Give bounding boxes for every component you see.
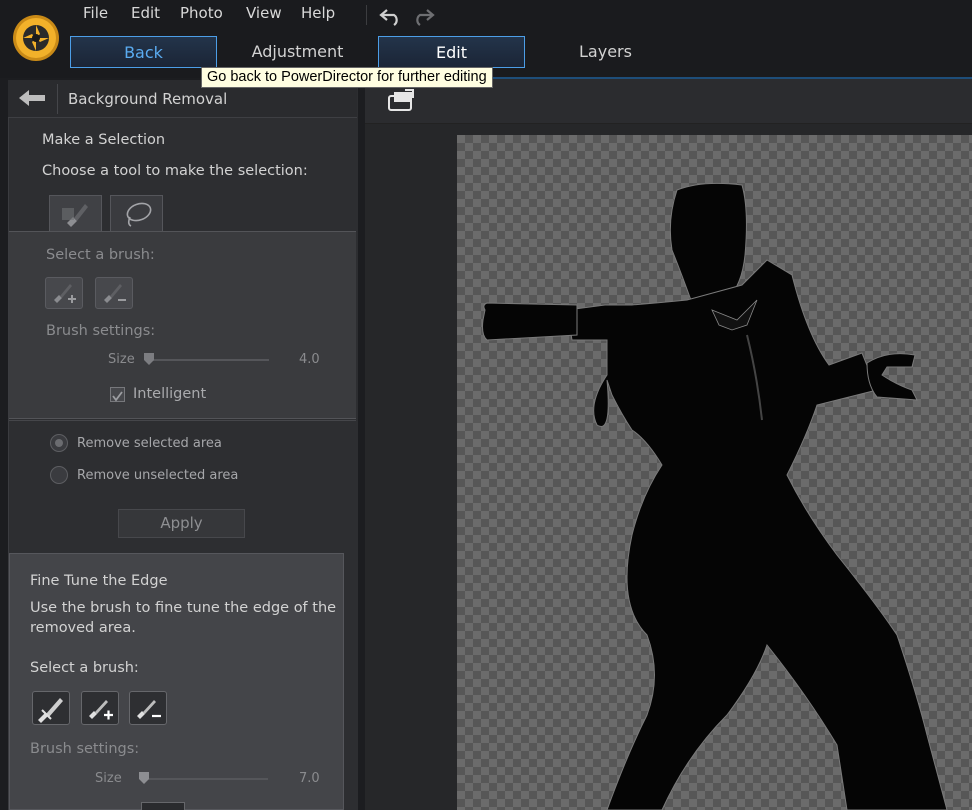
menu-file[interactable]: File [83,4,108,22]
menu-edit[interactable]: Edit [131,4,160,22]
smart-brush-tab[interactable] [49,195,102,232]
remove-unselected-label: Remove unselected area [77,468,239,483]
header-divider [57,84,58,114]
fine-remove-brush-button[interactable] [129,691,167,725]
paint-brush-icon [38,698,63,723]
tab-back[interactable]: Back [70,36,217,68]
fine-tune-title: Fine Tune the Edge [30,573,168,589]
remove-selected-radio[interactable] [50,434,68,452]
photo-canvas[interactable] [457,135,972,810]
choose-tool-label: Choose a tool to make the selection: [42,163,308,179]
silhouette-figure [482,182,948,810]
brush-add-icon [54,284,76,303]
fine-tune-select-brush-label: Select a brush: [30,660,139,676]
fine-size-label: Size [95,771,122,786]
intelligent-label: Intelligent [133,386,207,402]
fine-size-value: 7.0 [299,771,320,786]
menu-photo[interactable]: Photo [180,4,223,22]
brush-settings-label: Brush settings: [46,323,156,339]
lasso-icon [126,202,152,227]
brush-remove-icon [137,700,161,719]
section-divider [9,420,356,421]
menu-separator [366,5,367,25]
make-selection-heading: Make a Selection [42,132,166,148]
tab-edit[interactable]: Edit [378,36,525,68]
select-brush-label: Select a brush: [46,247,155,263]
fit-to-screen-icon[interactable] [386,87,416,113]
menu-help[interactable]: Help [301,4,335,22]
back-arrow-icon[interactable] [16,86,48,110]
undo-icon[interactable] [378,4,404,26]
fine-brush-button[interactable] [32,691,70,725]
fine-add-brush-button[interactable] [81,691,119,725]
fine-size-slider-thumb[interactable] [139,772,149,784]
aperture-logo-icon [13,15,59,61]
fine-size-slider-track[interactable] [140,778,268,780]
tab-layers[interactable]: Layers [532,36,679,68]
size-value: 4.0 [299,352,320,367]
fine-brush-settings-label: Brush settings: [30,741,140,757]
brush-add-icon [89,700,113,720]
fine-tune-desc-line2: removed area. [30,620,136,636]
remove-selected-label: Remove selected area [77,436,222,451]
size-slider-track[interactable] [146,359,269,361]
add-brush-button[interactable] [45,277,83,309]
remove-brush-button[interactable] [95,277,133,309]
fine-tune-section [9,553,344,810]
smart-brush-icon [62,204,88,227]
panel-title: Background Removal [68,90,228,108]
redo-icon[interactable] [410,4,436,26]
partial-control-below[interactable] [141,802,185,810]
size-label: Size [108,352,135,367]
size-slider-thumb[interactable] [144,353,154,365]
tab-adjustment[interactable]: Adjustment [224,36,371,68]
checkmark-icon [112,391,123,402]
lasso-tab[interactable] [110,195,163,232]
brush-remove-icon [104,284,126,303]
fine-tune-desc-line1: Use the brush to fine tune the edge of t… [30,600,337,616]
apply-button[interactable]: Apply [118,509,245,538]
back-tooltip: Go back to PowerDirector for further edi… [201,67,493,88]
intelligent-checkbox[interactable] [110,387,125,402]
menu-view[interactable]: View [246,4,282,22]
remove-unselected-radio[interactable] [50,466,68,484]
